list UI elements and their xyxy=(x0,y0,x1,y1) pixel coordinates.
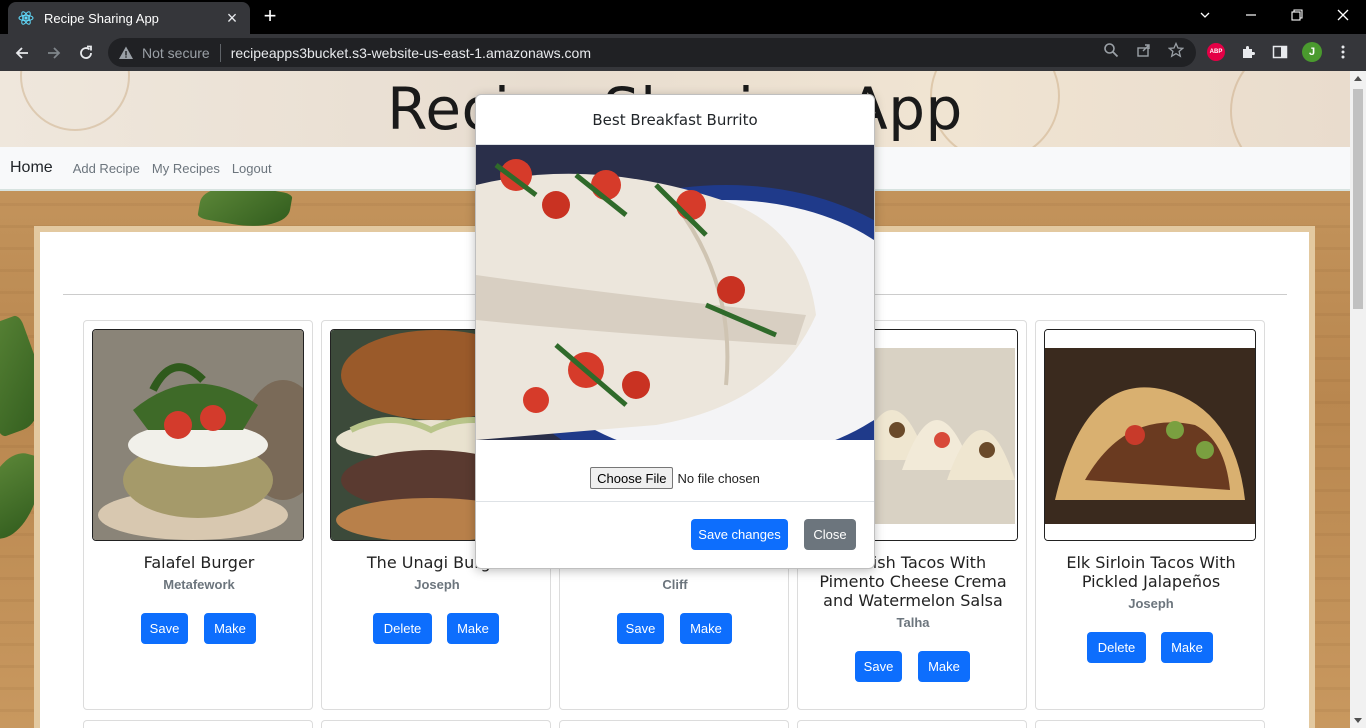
modal-recipe-image xyxy=(476,145,874,440)
adblock-icon[interactable]: ABP xyxy=(1207,43,1225,61)
recipe-title: Elk Sirloin Tacos With Pickled Jalapeños xyxy=(1066,553,1236,591)
restore-icon[interactable] xyxy=(1274,0,1320,30)
recipe-title: Falafel Burger xyxy=(143,553,255,572)
make-button[interactable]: Make xyxy=(204,613,256,644)
recipe-image xyxy=(92,329,304,541)
forward-icon[interactable] xyxy=(42,41,66,65)
recipe-card: Falafel Burger Metafework Save Make xyxy=(83,320,313,710)
close-tab-icon[interactable]: × xyxy=(224,9,240,27)
file-upload: Choose File No file chosen xyxy=(476,466,874,490)
profile-avatar[interactable]: J xyxy=(1302,42,1322,62)
recipe-card xyxy=(1035,720,1265,728)
tab-search-icon[interactable] xyxy=(1182,0,1228,30)
close-button[interactable]: Close xyxy=(804,519,856,550)
recipe-author: Metafework xyxy=(163,577,235,592)
browser-tab[interactable]: Recipe Sharing App × xyxy=(8,2,250,34)
modal-title: Best Breakfast Burrito xyxy=(476,95,874,145)
recipe-card xyxy=(797,720,1027,728)
recipe-card xyxy=(83,720,313,728)
choose-file-button[interactable]: Choose File xyxy=(590,467,674,489)
delete-button[interactable]: Delete xyxy=(373,613,432,644)
recipe-image xyxy=(1044,329,1256,541)
scrollbar-thumb[interactable] xyxy=(1353,89,1363,309)
tab-title: Recipe Sharing App xyxy=(44,10,159,26)
modal-footer-divider xyxy=(476,501,874,502)
bookmark-star-icon[interactable] xyxy=(1167,41,1185,59)
back-icon[interactable] xyxy=(10,41,34,65)
menu-kebab-icon[interactable] xyxy=(1334,43,1352,61)
nav-logout[interactable]: Logout xyxy=(232,161,272,176)
make-button[interactable]: Make xyxy=(1161,632,1213,663)
scroll-down-icon[interactable] xyxy=(1354,718,1362,723)
recipe-author: Talha xyxy=(896,615,930,630)
side-panel-icon[interactable] xyxy=(1271,43,1289,61)
omnibox-divider xyxy=(219,43,221,62)
security-label[interactable]: Not secure xyxy=(142,45,210,61)
zoom-icon[interactable] xyxy=(1102,41,1120,59)
recipe-card xyxy=(321,720,551,728)
browser-toolbar: Not secure recipeapps3bucket.s3-website-… xyxy=(0,34,1366,71)
address-bar[interactable]: Not secure recipeapps3bucket.s3-website-… xyxy=(108,38,1196,67)
recipe-author: Cliff xyxy=(662,577,688,592)
recipe-author: Joseph xyxy=(1128,596,1174,611)
nav-add-recipe[interactable]: Add Recipe xyxy=(73,161,140,176)
react-icon xyxy=(18,10,34,26)
save-button[interactable]: Save xyxy=(617,613,664,644)
new-tab-icon[interactable]: + xyxy=(258,5,282,29)
recipe-author: Joseph xyxy=(414,577,460,592)
share-icon[interactable] xyxy=(1135,41,1153,59)
minimize-icon[interactable] xyxy=(1228,0,1274,30)
file-status: No file chosen xyxy=(677,470,760,486)
close-window-icon[interactable] xyxy=(1320,0,1366,30)
make-button[interactable]: Make xyxy=(918,651,970,682)
reload-icon[interactable] xyxy=(74,41,98,65)
extensions-puzzle-icon[interactable] xyxy=(1239,43,1257,61)
make-button[interactable]: Make xyxy=(447,613,499,644)
browser-tab-strip: Recipe Sharing App × + xyxy=(0,0,1366,34)
save-changes-button[interactable]: Save changes xyxy=(691,519,788,550)
save-button[interactable]: Save xyxy=(141,613,188,644)
save-button[interactable]: Save xyxy=(855,651,902,682)
edit-recipe-modal: Best Breakfast Burrito Choose File No fi… xyxy=(475,94,875,569)
url-text[interactable]: recipeapps3bucket.s3-website-us-east-1.a… xyxy=(231,45,591,61)
nav-my-recipes[interactable]: My Recipes xyxy=(152,161,220,176)
warning-icon[interactable] xyxy=(118,45,134,61)
nav-home[interactable]: Home xyxy=(10,159,53,177)
delete-button[interactable]: Delete xyxy=(1087,632,1146,663)
scroll-up-icon[interactable] xyxy=(1354,76,1362,81)
make-button[interactable]: Make xyxy=(680,613,732,644)
page-scrollbar[interactable] xyxy=(1350,71,1366,728)
recipe-card xyxy=(559,720,789,728)
recipe-card: Elk Sirloin Tacos With Pickled Jalapeños… xyxy=(1035,320,1265,710)
